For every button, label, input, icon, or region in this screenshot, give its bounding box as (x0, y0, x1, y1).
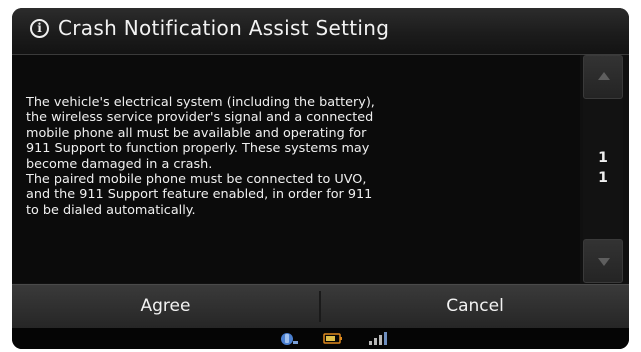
button-bar: Agree Cancel (12, 284, 629, 328)
scroll-up-icon (598, 72, 610, 80)
message-text: The vehicle's electrical system (includi… (26, 95, 375, 218)
total-pages-number: 1 (598, 170, 608, 186)
scroll-down-icon (598, 258, 610, 266)
message-area: The vehicle's electrical system (includi… (12, 55, 580, 283)
agree-button[interactable]: Agree (12, 285, 319, 328)
cancel-button[interactable]: Cancel (321, 285, 629, 328)
title-bar: i Crash Notification Assist Setting (12, 8, 629, 55)
scroll-down-button[interactable] (583, 239, 623, 283)
signal-strength-icon (369, 332, 387, 345)
scroll-up-button[interactable] (583, 55, 623, 99)
scrollbar: 1 1 (583, 55, 623, 283)
battery-icon (323, 333, 342, 344)
bluetooth-phone-icon (281, 333, 298, 345)
current-page-number: 1 (598, 150, 608, 166)
dialog-title: Crash Notification Assist Setting (58, 16, 390, 40)
status-bar (12, 328, 629, 349)
info-icon: i (30, 19, 49, 38)
dialog-screen: i Crash Notification Assist Setting The … (12, 8, 629, 349)
